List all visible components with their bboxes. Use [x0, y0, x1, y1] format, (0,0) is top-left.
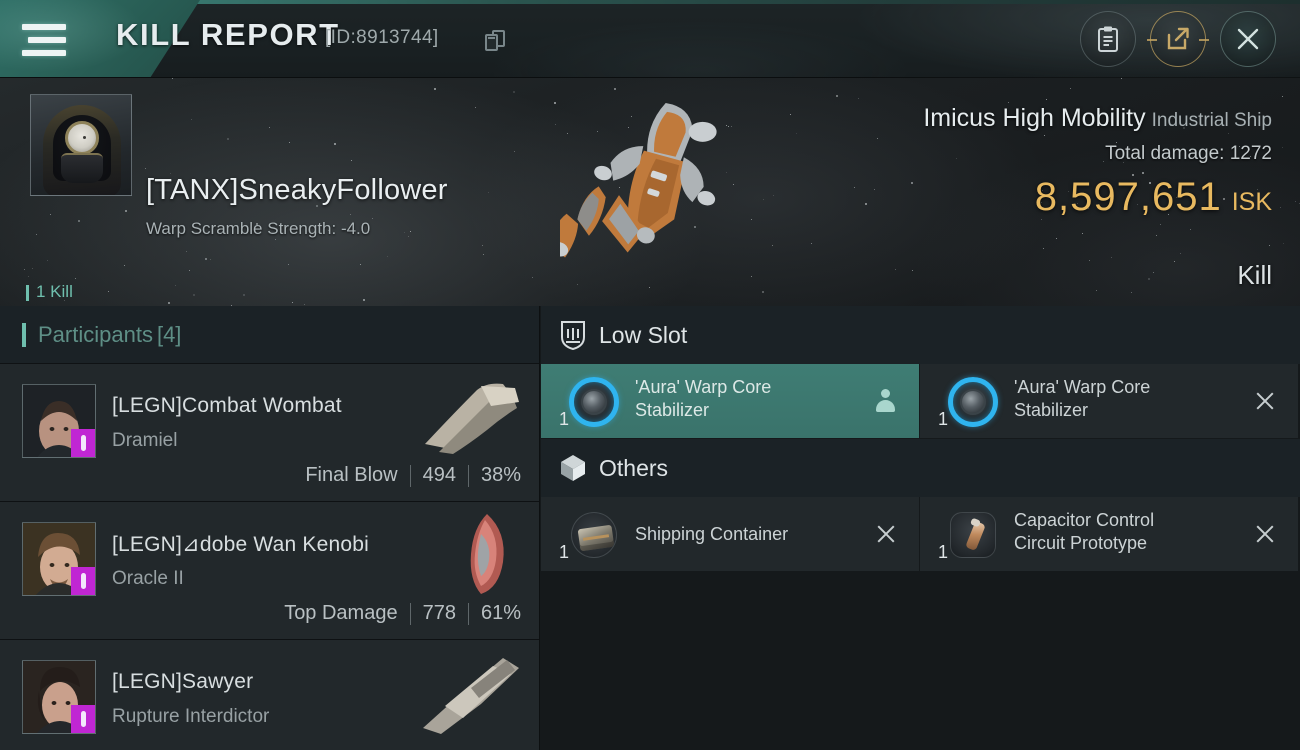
participant-ship-thumbnail — [423, 658, 519, 734]
participant-ship: Rupture Interdictor — [112, 706, 270, 727]
isk-unit: ISK — [1231, 188, 1272, 216]
item-destroyed-icon — [1254, 523, 1276, 545]
victim-name: [TANX]SneakyFollower — [146, 174, 448, 206]
item-dropped-icon — [875, 389, 895, 413]
item-cell[interactable]: 1 'Aura' Warp Core Stabilizer — [920, 364, 1299, 439]
victim-warp-scramble: Warp Scramble Strength: -4.0 — [146, 219, 371, 238]
item-destroyed-icon — [875, 523, 897, 545]
hamburger-menu-icon[interactable] — [22, 24, 68, 56]
shipping-container-icon — [567, 508, 621, 562]
avatar — [22, 660, 96, 734]
item-name: Shipping Container — [635, 524, 789, 544]
participants-panel: Participants [4] [LEGN]Combat Wombat Dra… — [0, 306, 540, 750]
total-damage-label: Total damage: — [1105, 143, 1225, 164]
section-title: Low Slot — [599, 321, 688, 348]
item-cell[interactable]: 1 Shipping Container — [541, 497, 920, 572]
participant-row[interactable]: [LEGN]Combat Wombat Dramiel Final Blow 4… — [0, 364, 539, 502]
security-badge — [71, 429, 95, 457]
participants-title: Participants — [38, 321, 153, 347]
participant-role: Final Blow — [305, 464, 398, 486]
item-name: 'Aura' Warp Core Stabilizer — [635, 377, 772, 420]
participant-percent: 61% — [480, 602, 521, 624]
participant-ship-thumbnail — [425, 383, 519, 454]
section-header-others: Others — [541, 439, 1300, 497]
cube-box-icon — [561, 455, 585, 481]
item-quantity: 1 — [559, 542, 570, 562]
item-cell[interactable]: 1 Capacitor Control Circuit Prototype — [920, 497, 1299, 572]
participant-damage: 494 — [422, 464, 456, 486]
participant-ship: Dramiel — [112, 430, 178, 451]
avatar — [22, 384, 96, 458]
participants-count: [4] — [156, 321, 182, 347]
victim-avatar[interactable] — [30, 94, 132, 196]
participant-row[interactable]: [LEGN]⊿dobe Wan Kenobi Oracle II Top Dam… — [0, 502, 539, 640]
low-slot-item-grid: 1 'Aura' Warp Core Stabilizer 1 'Aura' W… — [541, 364, 1300, 439]
participant-name: [LEGN]⊿dobe Wan Kenobi — [112, 533, 370, 556]
participant-stats: Top Damage 778 61% — [284, 602, 521, 625]
participant-name: [LEGN]Combat Wombat — [112, 394, 342, 417]
clipboard-icon — [1098, 26, 1118, 52]
participant-name: [LEGN]Sawyer — [112, 670, 254, 693]
participant-row[interactable]: [LEGN]Sawyer Rupture Interdictor — [0, 640, 539, 750]
close-button[interactable] — [1220, 11, 1276, 67]
participant-ship: Oracle II — [112, 568, 184, 589]
kill-report-id: [ID:8913744] — [325, 27, 439, 48]
participant-percent: 38% — [480, 464, 521, 486]
security-badge — [71, 567, 95, 595]
participant-role: Top Damage — [284, 602, 398, 624]
victim-ship-class: Industrial Ship — [1151, 110, 1272, 131]
header-actions — [1080, 10, 1276, 68]
clipboard-button[interactable] — [1080, 11, 1136, 67]
item-quantity: 1 — [938, 409, 949, 429]
warp-core-stabilizer-icon — [567, 375, 621, 429]
warp-core-stabilizer-icon — [946, 375, 1000, 429]
item-cell[interactable]: 1 'Aura' Warp Core Stabilizer — [541, 364, 920, 439]
avatar — [22, 522, 96, 596]
victim-ship-name: Imicus High Mobility — [923, 104, 1146, 132]
app-header: KILL REPORT [ID:8913744] — [0, 0, 1300, 78]
items-panel: Low Slot 1 'Aura' Warp Core Stabilizer 1… — [541, 306, 1300, 750]
copy-icon[interactable] — [485, 30, 505, 52]
victim-ship-render — [549, 86, 750, 296]
others-item-grid: 1 Shipping Container 1 Capacitor Control… — [541, 497, 1300, 572]
capacitor-control-circuit-icon — [946, 508, 1000, 562]
item-name: 'Aura' Warp Core Stabilizer — [1014, 377, 1151, 420]
victim-ship-info: Imicus High Mobility Industrial Ship Tota… — [923, 104, 1272, 220]
isk-value: 8,597,651 — [1034, 175, 1222, 219]
participant-ship-thumbnail — [470, 514, 504, 594]
participant-stats: Final Blow 494 38% — [305, 464, 521, 487]
kill-count-tag: 1 Kill — [26, 282, 73, 302]
close-x-icon — [1237, 28, 1259, 50]
page-title: KILL REPORT — [116, 17, 340, 52]
item-quantity: 1 — [938, 542, 949, 562]
share-button[interactable] — [1147, 11, 1209, 67]
kill-result-label: Kill — [1237, 260, 1272, 290]
section-title: Others — [599, 454, 669, 481]
participant-damage: 778 — [422, 602, 456, 624]
victim-banner: [TANX]SneakyFollower Warp Scramble Stren… — [0, 78, 1300, 306]
participants-header: Participants [4] — [0, 306, 539, 364]
kill-report-screen: KILL REPORT [ID:8913744] [TANX]SneakyFol… — [0, 0, 1300, 750]
share-external-link-icon — [1167, 27, 1189, 50]
item-quantity: 1 — [559, 409, 570, 429]
section-header-low-slot: Low Slot — [541, 306, 1300, 364]
total-damage-value: 1272 — [1229, 143, 1272, 164]
item-name: Capacitor Control Circuit Prototype — [1014, 510, 1155, 553]
participants-accent-bar — [22, 322, 26, 347]
item-destroyed-icon — [1254, 390, 1276, 412]
security-badge — [71, 705, 95, 733]
shield-slot-icon — [561, 321, 585, 351]
